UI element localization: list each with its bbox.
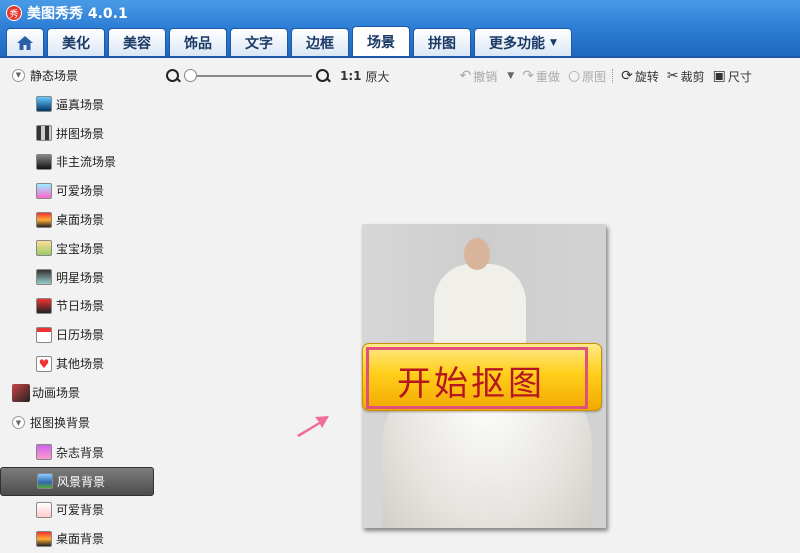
scene-thumb-icon [36, 153, 52, 170]
start-cutout-label: 开始抠图 [397, 364, 545, 404]
scene-thumb-icon [36, 269, 52, 286]
sidebar-item-collage-scene[interactable]: 拼图场景 [0, 119, 160, 148]
sidebar-item-alternative-scene[interactable]: 非主流场景 [0, 148, 160, 177]
image-toolbar: 1:1 原大 ↶ 撤销 ▼ ↷ 重做 ○ 原图 ⟳ 旋转 ✂ 裁剪 ▣ 尺寸 [160, 62, 800, 90]
app-logo-icon: 秀 [6, 5, 22, 21]
sidebar-item-magazine-background[interactable]: 杂志背景 [0, 438, 160, 467]
sidebar-item-calendar-scene[interactable]: 日历场景 [0, 320, 160, 349]
scene-category-sidebar: ▼ 静态场景 逼真场景 拼图场景 非主流场景 可爱场景 桌面场景 宝宝场景 明星… [0, 60, 160, 553]
photo-bride-head [464, 238, 490, 270]
rotate-icon: ⟳ [621, 68, 633, 84]
tab-collage[interactable]: 拼图 [413, 28, 471, 56]
group-animated-scenes[interactable]: 动画场景 [0, 378, 160, 408]
zoom-out-icon[interactable] [166, 69, 180, 83]
tab-border[interactable]: 边框 [291, 28, 349, 56]
chevron-down-icon: ▼ [550, 37, 557, 48]
background-thumb-icon [36, 501, 52, 518]
tab-accessories[interactable]: 饰品 [169, 28, 227, 56]
home-icon [17, 35, 33, 50]
scene-thumb-icon [36, 240, 52, 257]
sidebar-item-realistic-scene[interactable]: 逼真场景 [0, 90, 160, 119]
undo-button[interactable]: ↶ 撤销 [460, 68, 498, 85]
sidebar-item-cute-background[interactable]: 可爱背景 [0, 496, 160, 525]
sidebar-item-other-scene[interactable]: ♥ 其他场景 [0, 349, 160, 378]
background-thumb-icon [37, 473, 53, 490]
animation-scene-icon [12, 383, 30, 402]
scissors-icon: ✂ [666, 68, 679, 84]
tab-home[interactable] [6, 28, 44, 56]
sidebar-item-holiday-scene[interactable]: 节日场景 [0, 292, 160, 321]
pointer-arrow-icon [297, 416, 329, 437]
zoom-slider[interactable] [184, 69, 312, 83]
background-thumb-icon [36, 444, 52, 461]
calendar-icon [36, 326, 52, 343]
title-bar: 秀 美图秀秀 4.0.1 [0, 0, 800, 26]
circle-icon: ○ [567, 68, 581, 84]
group-cutout-background[interactable]: ▼ 抠图换背景 [0, 408, 160, 438]
app-title: 美图秀秀 4.0.1 [27, 6, 128, 22]
scene-thumb-icon [36, 297, 52, 314]
collapse-icon[interactable]: ▼ [12, 68, 25, 82]
rotate-button[interactable]: ⟳ 旋转 [621, 68, 659, 85]
original-image-button[interactable]: ○ 原图 [568, 68, 606, 85]
scene-thumb-icon [36, 211, 52, 228]
undo-history-dropdown[interactable]: ▼ [507, 71, 514, 81]
zoom-slider-track [184, 75, 312, 77]
tab-beautify[interactable]: 美化 [47, 28, 105, 56]
background-thumb-icon [36, 530, 52, 547]
scene-thumb-icon [36, 182, 52, 199]
heart-icon: ♥ [36, 355, 52, 372]
scene-thumb-icon [36, 96, 52, 113]
redo-button[interactable]: ↷ 重做 [522, 68, 560, 85]
sidebar-item-desktop-background[interactable]: 桌面背景 [0, 524, 160, 553]
zoom-in-icon[interactable] [316, 69, 330, 83]
zoom-slider-handle[interactable] [184, 69, 197, 82]
sidebar-item-star-scene[interactable]: 明星场景 [0, 263, 160, 292]
tab-text[interactable]: 文字 [230, 28, 288, 56]
actual-size-ratio-button[interactable]: 1:1 [340, 69, 362, 83]
redo-icon: ↷ [522, 68, 534, 84]
collapse-icon[interactable]: ▼ [12, 416, 25, 430]
sidebar-item-desktop-scene[interactable]: 桌面场景 [0, 205, 160, 234]
undo-icon: ↶ [459, 68, 472, 84]
tab-more-features[interactable]: 更多功能 ▼ [474, 28, 572, 56]
start-cutout-button[interactable]: 开始抠图 [362, 343, 602, 411]
sidebar-item-baby-scene[interactable]: 宝宝场景 [0, 234, 160, 263]
toolbar-divider [612, 69, 614, 83]
tab-makeup[interactable]: 美容 [108, 28, 166, 56]
resize-icon: ▣ [712, 68, 726, 84]
tab-scene[interactable]: 场景 [352, 26, 410, 56]
sidebar-item-scenery-background[interactable]: 风景背景 [0, 466, 154, 496]
sidebar-item-cute-scene[interactable]: 可爱场景 [0, 176, 160, 205]
scene-thumb-icon [36, 125, 52, 142]
resize-button[interactable]: ▣ 尺寸 [713, 68, 752, 85]
crop-button[interactable]: ✂ 裁剪 [667, 68, 705, 85]
original-size-button[interactable]: 原大 [366, 68, 390, 85]
group-static-scenes[interactable]: ▼ 静态场景 [0, 60, 160, 90]
main-tab-bar: 美化 美容 饰品 文字 边框 场景 拼图 更多功能 ▼ [0, 26, 800, 58]
